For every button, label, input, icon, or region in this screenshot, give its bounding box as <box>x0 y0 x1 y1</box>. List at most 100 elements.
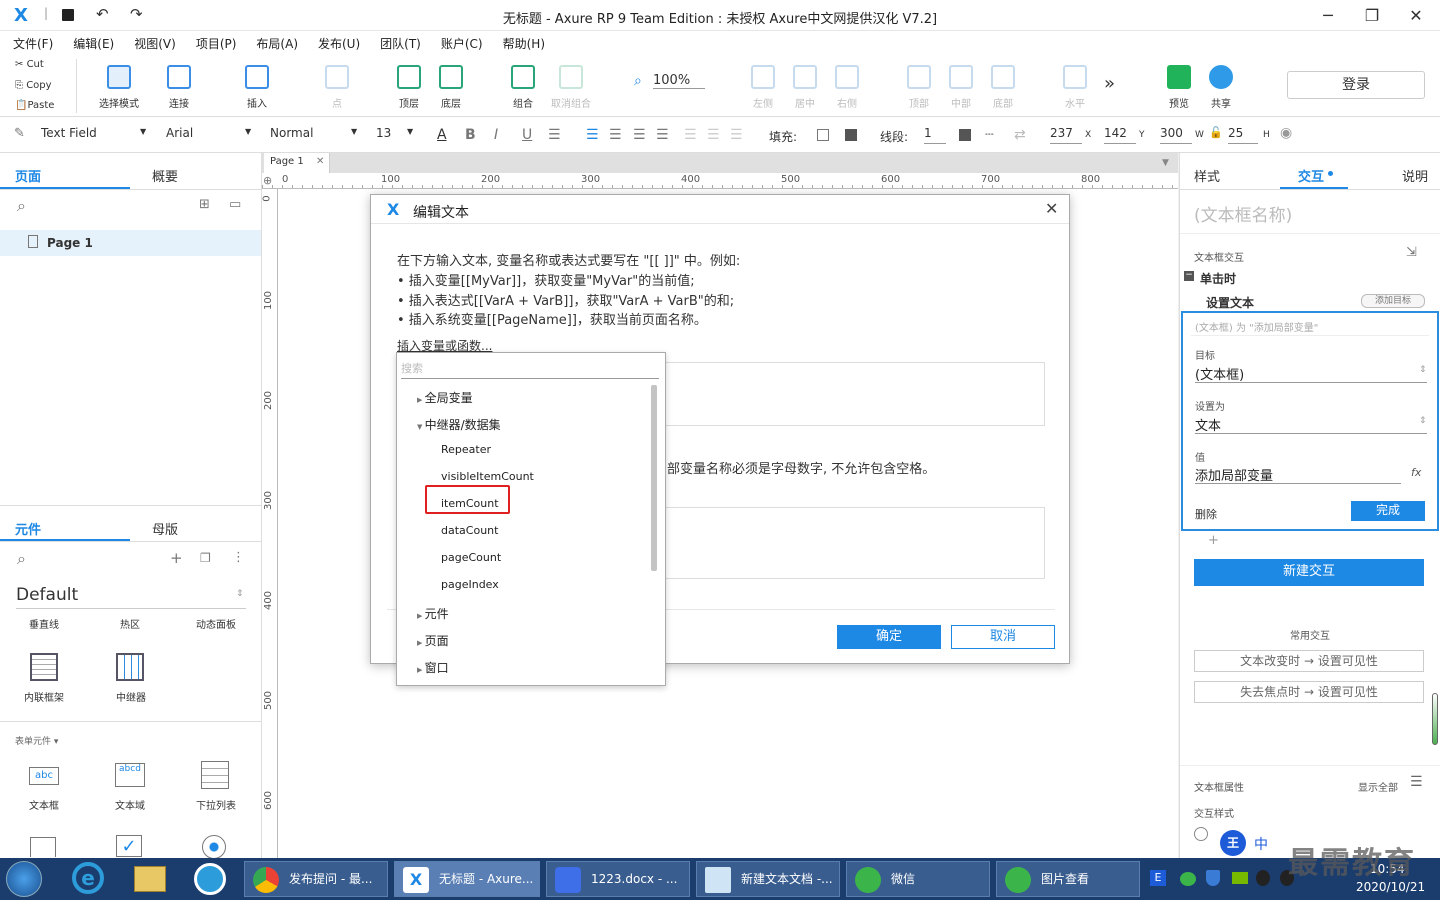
login-button[interactable]: 登录 <box>1287 71 1425 99</box>
align-top-button[interactable]: 顶部 <box>896 65 942 110</box>
maximize-button[interactable]: ❐ <box>1362 6 1382 26</box>
cut-button[interactable]: ✂ Cut <box>15 59 44 70</box>
ime-icon[interactable]: E <box>1150 870 1166 886</box>
taskbar-chrome[interactable]: 发布提问 - 最... <box>244 861 388 897</box>
line-width-input[interactable]: 1 <box>924 126 946 144</box>
tab-pages[interactable]: 页面 <box>15 166 41 185</box>
item-data-count[interactable]: dataCount <box>441 524 498 537</box>
library-icon[interactable]: ❐ <box>200 551 211 565</box>
align-center-button[interactable]: 居中 <box>782 65 828 110</box>
more-icon[interactable]: ⋮ <box>232 550 245 565</box>
variable-search-input[interactable]: 搜索 <box>401 360 659 379</box>
item-visible-item-count[interactable]: visibleItemCount <box>441 470 534 483</box>
copy-button[interactable]: ⎘ Copy <box>15 80 52 91</box>
lock-icon[interactable]: 🔓 <box>1209 126 1223 139</box>
text-justify-icon[interactable]: ☰ <box>656 127 669 143</box>
library-select[interactable]: Default <box>16 585 246 609</box>
widget-name-input[interactable]: (文本框名称) <box>1194 201 1292 226</box>
explorer-icon[interactable] <box>134 866 166 892</box>
collapse-icon[interactable]: − <box>1184 271 1194 281</box>
text-align-left-icon[interactable]: ☰ <box>586 127 599 143</box>
point-button[interactable]: 点 <box>314 65 360 110</box>
start-button[interactable] <box>6 861 42 897</box>
value-input[interactable]: 添加局部变量 <box>1195 465 1273 484</box>
italic-button[interactable]: I <box>494 127 498 143</box>
underline-button[interactable]: U <box>522 127 532 143</box>
fill-color-swatch[interactable] <box>817 129 829 141</box>
nvidia-icon[interactable] <box>1232 872 1248 884</box>
text-align-center-icon[interactable]: ☰ <box>609 127 622 143</box>
zoom-select[interactable]: 100% <box>653 73 705 89</box>
wechat-tray-icon[interactable] <box>1180 872 1196 886</box>
ungroup-button[interactable]: 取消组合 <box>548 65 594 110</box>
widget-repeater[interactable]: 中继器 <box>116 689 146 704</box>
ok-button[interactable]: 确定 <box>837 625 941 649</box>
align-right-button[interactable]: 右侧 <box>824 65 870 110</box>
y-input[interactable]: 142 <box>1104 126 1136 144</box>
tree-window[interactable]: ▶ 窗口 <box>417 659 449 676</box>
page-list-item[interactable]: Page 1 <box>0 230 261 256</box>
valign-bottom-icon[interactable]: ☰ <box>730 127 743 143</box>
add-page-icon[interactable]: ⊞ <box>199 197 210 212</box>
taskbar-wechat[interactable]: 微信 <box>846 861 990 897</box>
x-input[interactable]: 237 <box>1050 126 1082 144</box>
bring-front-button[interactable]: 顶层 <box>386 65 432 110</box>
qq-icon[interactable] <box>1256 870 1270 886</box>
menu-help[interactable]: 帮助(H) <box>490 31 552 52</box>
tab-outline[interactable]: 概要 <box>152 166 178 185</box>
add-library-icon[interactable]: + <box>170 549 183 567</box>
line-color-swatch[interactable] <box>959 129 971 141</box>
font-color-button[interactable]: A <box>437 127 447 143</box>
insert-button[interactable]: 插入 <box>234 65 280 110</box>
send-back-button[interactable]: 底层 <box>428 65 474 110</box>
taskbar-notepad[interactable]: 新建文本文档 -... <box>696 861 840 897</box>
add-action-icon[interactable]: + <box>1208 533 1219 548</box>
show-all-button[interactable]: 显示全部 <box>1358 779 1398 794</box>
set-to-select[interactable]: 文本 <box>1195 415 1221 434</box>
delete-button[interactable]: 删除 <box>1195 506 1217 522</box>
tree-page[interactable]: ▶ 页面 <box>417 632 449 649</box>
more-tools-button[interactable]: » <box>1104 73 1115 94</box>
align-bottom-button[interactable]: 底部 <box>980 65 1026 110</box>
bold-button[interactable]: B <box>465 127 476 143</box>
preview-button[interactable]: 预览 <box>1156 65 1202 110</box>
font-family-select[interactable]: Arial <box>166 126 254 144</box>
taskbar-image-viewer[interactable]: 图片查看 <box>996 861 1140 897</box>
menu-project[interactable]: 项目(P) <box>183 31 244 52</box>
paste-button[interactable]: 📋Paste <box>15 100 54 111</box>
tree-widget[interactable]: ▶ 元件 <box>417 605 449 622</box>
widget-type-select[interactable]: Text Field <box>41 126 149 144</box>
widget-text-area[interactable]: 文本域 <box>115 797 145 812</box>
scroll-indicator[interactable] <box>1432 693 1438 745</box>
item-page-index[interactable]: pageIndex <box>441 578 499 591</box>
menu-publish[interactable]: 发布(U) <box>305 31 367 52</box>
common-interaction-2[interactable]: 失去焦点时 → 设置可见性 <box>1194 681 1424 703</box>
menu-edit[interactable]: 编辑(E) <box>60 31 121 52</box>
taskbar-axure[interactable]: X 无标题 - Axure... <box>394 861 540 897</box>
valign-top-icon[interactable]: ☰ <box>684 127 697 143</box>
search-icon[interactable]: ⌕ <box>17 549 26 569</box>
height-input[interactable]: 25 <box>1228 126 1258 144</box>
tab-interactions[interactable]: 交互 <box>1298 166 1324 185</box>
dropdown-scrollbar[interactable] <box>651 385 657 571</box>
text-align-right-icon[interactable]: ☰ <box>633 127 646 143</box>
line-pattern-icon[interactable]: ┄ <box>985 127 993 143</box>
add-target-button[interactable]: 添加目标 <box>1361 294 1425 308</box>
font-style-select[interactable]: Normal <box>270 126 360 144</box>
menu-file[interactable]: 文件(F) <box>0 31 60 52</box>
tabs-dropdown-icon[interactable]: ▼ <box>1162 158 1169 168</box>
share-button[interactable]: 共享 <box>1198 65 1244 110</box>
align-middle-button[interactable]: 中部 <box>938 65 984 110</box>
tree-repeater-group[interactable]: ▼ 中继器/数据集 <box>417 416 501 433</box>
widget-inline-frame[interactable]: 内联框架 <box>24 689 64 704</box>
fill-shadow-swatch[interactable] <box>845 129 857 141</box>
search-icon[interactable]: ⌕ <box>17 196 26 216</box>
width-input[interactable]: 300 <box>1160 126 1192 144</box>
widget-hotspot[interactable]: 热区 <box>120 616 140 631</box>
tab-notes[interactable]: 说明 <box>1402 166 1428 185</box>
select-mode-button[interactable]: 选择模式 <box>96 65 142 110</box>
menu-account[interactable]: 账户(C) <box>428 31 490 52</box>
menu-team[interactable]: 团队(T) <box>367 31 428 52</box>
tree-global-variables[interactable]: ▶ 全局变量 <box>417 389 473 406</box>
tab-masters[interactable]: 母版 <box>152 519 178 538</box>
